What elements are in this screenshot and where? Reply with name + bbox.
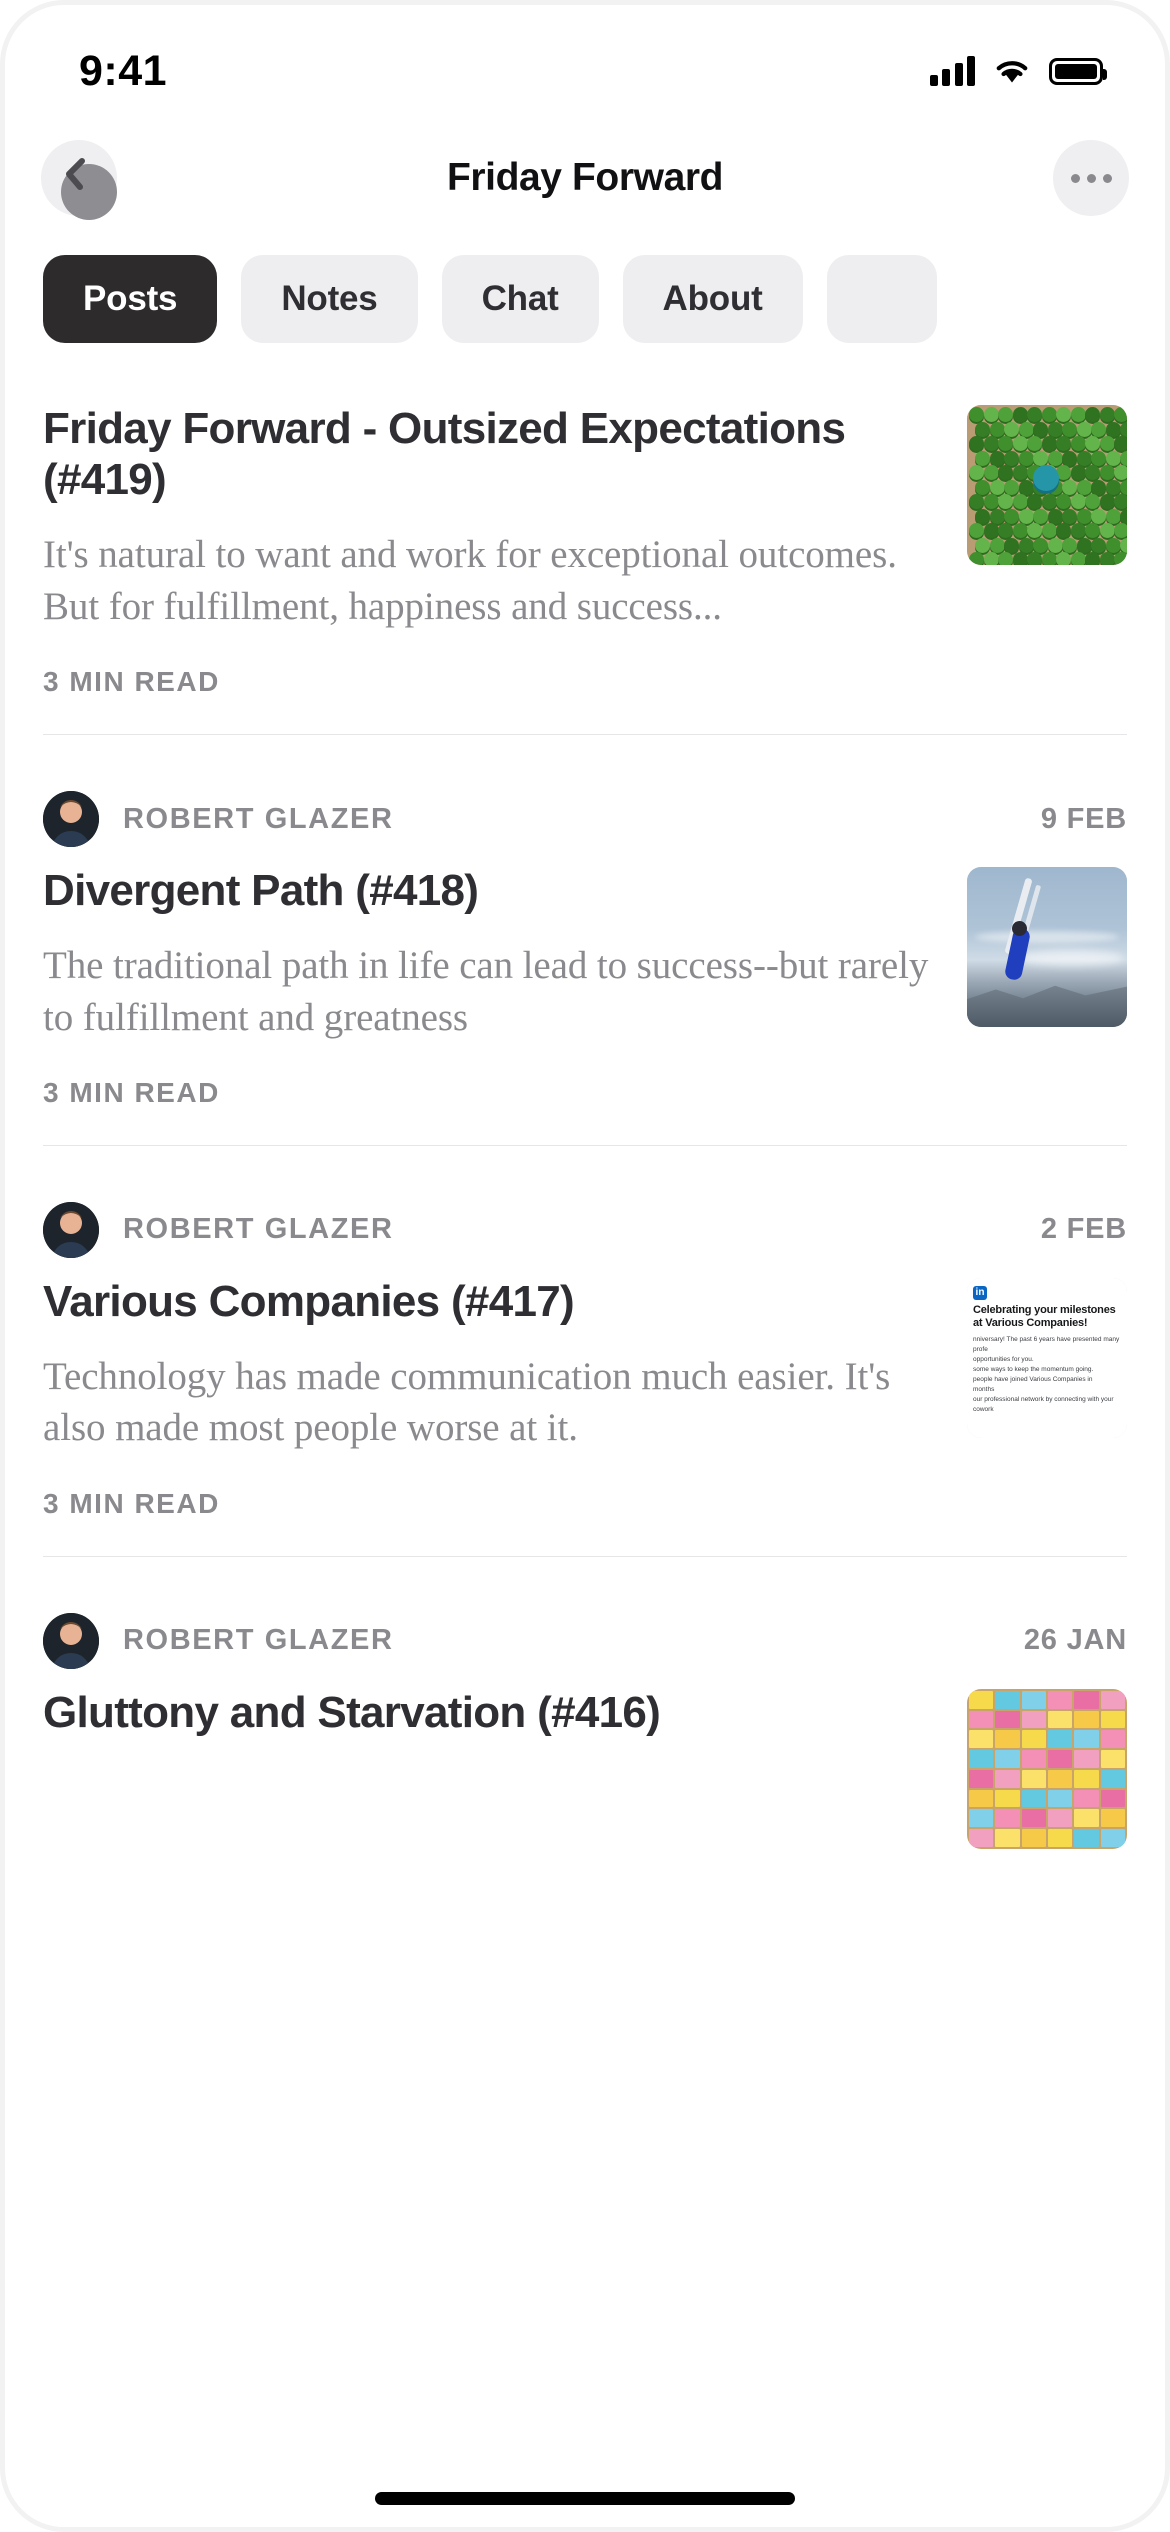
status-bar-time: 9:41 xyxy=(79,46,168,95)
tab-notes[interactable]: Notes xyxy=(241,255,418,343)
phone-screen: 9:41 Friday Forward Posts Notes Chat Abo… xyxy=(0,0,1170,2532)
tab-chat[interactable]: Chat xyxy=(441,255,599,343)
more-options-icon xyxy=(1070,173,1112,183)
more-options-button[interactable] xyxy=(1053,140,1129,216)
back-chevron-icon xyxy=(66,158,85,190)
thumbnail-heading: Celebrating your milestones at Various C… xyxy=(973,1303,1116,1329)
post-title: Friday Forward - Outsized Expectations (… xyxy=(43,404,846,505)
status-bar: 9:41 xyxy=(5,5,1165,123)
post-read-time: 3 MIN READ xyxy=(43,1076,220,1108)
post-title: Gluttony and Starvation (#416) xyxy=(43,1687,661,1737)
post-item[interactable]: ROBERT GLAZER 9 FEB Divergent Path (#418… xyxy=(5,735,1165,1145)
navigation-bar: Friday Forward xyxy=(5,123,1165,233)
post-item[interactable]: ROBERT GLAZER 26 JAN Gluttony and Starva… xyxy=(5,1557,1165,1849)
post-date: 9 FEB xyxy=(1040,802,1127,835)
post-read-time: 3 MIN READ xyxy=(43,1487,220,1519)
tab-bar[interactable]: Posts Notes Chat About xyxy=(5,233,1165,369)
post-author-row: ROBERT GLAZER 2 FEB xyxy=(43,1168,1127,1264)
page-title: Friday Forward xyxy=(446,156,724,199)
avatar xyxy=(43,1201,99,1258)
home-indicator xyxy=(375,2492,795,2505)
post-thumbnail-linkedin: in Celebrating your milestones at Variou… xyxy=(967,1277,1127,1438)
battery-full-icon xyxy=(1049,57,1107,85)
thumbnail-lines: nniversary! The past 6 years have presen… xyxy=(973,1335,1120,1414)
post-excerpt: Technology has made communication much e… xyxy=(43,1355,891,1450)
post-thumbnail-sticky-notes xyxy=(967,1688,1127,1849)
post-author-row: ROBERT GLAZER 26 JAN xyxy=(43,1579,1127,1675)
back-button[interactable] xyxy=(41,140,117,220)
post-thumbnail-green-pushpins xyxy=(967,405,1127,565)
post-date: 2 FEB xyxy=(1040,1213,1127,1246)
post-author-name: ROBERT GLAZER xyxy=(123,802,394,835)
post-author-name: ROBERT GLAZER xyxy=(123,1624,394,1657)
post-author-name: ROBERT GLAZER xyxy=(123,1213,394,1246)
post-author-row: ROBERT GLAZER 9 FEB xyxy=(43,757,1127,853)
tab-overflow[interactable] xyxy=(826,255,937,343)
tab-posts[interactable]: Posts xyxy=(43,255,218,343)
post-title: Divergent Path (#418) xyxy=(43,866,479,915)
post-excerpt: It's natural to want and work for except… xyxy=(43,533,897,628)
post-item[interactable]: Friday Forward - Outsized Expectations (… xyxy=(5,369,1165,734)
avatar xyxy=(43,791,99,847)
wifi-icon xyxy=(993,57,1031,85)
cellular-signal-icon xyxy=(929,56,975,86)
post-feed: Friday Forward - Outsized Expectations (… xyxy=(5,369,1165,1849)
post-date: 26 JAN xyxy=(1023,1624,1127,1657)
post-title: Various Companies (#417) xyxy=(43,1276,575,1326)
avatar xyxy=(43,1612,99,1669)
post-thumbnail-skier xyxy=(967,867,1127,1027)
post-read-time: 3 MIN READ xyxy=(43,666,220,697)
post-excerpt: The traditional path in life can lead to… xyxy=(43,944,929,1039)
linkedin-logo-icon: in xyxy=(973,1285,987,1300)
tab-about[interactable]: About xyxy=(622,255,803,343)
status-bar-indicators xyxy=(929,56,1107,86)
post-item[interactable]: ROBERT GLAZER 2 FEB Various Companies (#… xyxy=(5,1146,1165,1556)
